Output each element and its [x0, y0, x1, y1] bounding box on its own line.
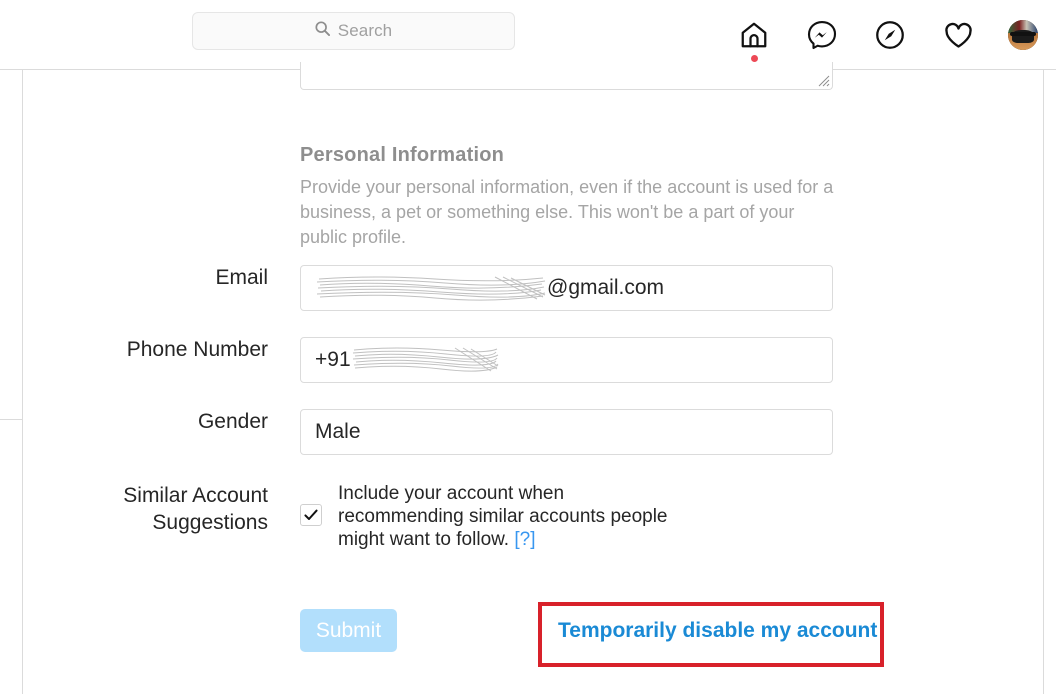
email-field[interactable]: @gmail.com [300, 265, 833, 311]
submit-button[interactable]: Submit [300, 609, 397, 652]
search-input[interactable]: Search [192, 12, 515, 50]
phone-field[interactable]: +91 [300, 337, 833, 383]
email-redaction-scribble [315, 273, 547, 303]
section-description: Provide your personal information, even … [300, 177, 834, 247]
checkmark-icon [304, 509, 318, 520]
bio-textarea[interactable] [300, 62, 833, 90]
form-row-phone: Phone Number +91 [80, 337, 833, 383]
search-icon [315, 21, 330, 41]
form-row-similar-accounts: Similar Account Suggestions Include your… [80, 482, 668, 551]
help-link[interactable]: [?] [514, 529, 535, 550]
form-row-gender: Gender Male [80, 409, 833, 455]
form-row-email: Email @gmail.com [80, 265, 833, 311]
profile-avatar[interactable] [1008, 20, 1038, 50]
avatar-cap-brim [1009, 32, 1037, 36]
temporarily-disable-account-link[interactable]: Temporarily disable my account [558, 619, 877, 643]
search-placeholder-text: Search [337, 21, 393, 40]
instagram-edit-profile-page: Search Personal Information Provide your… [0, 0, 1056, 694]
phone-label: Phone Number [126, 338, 268, 361]
messenger-icon[interactable] [804, 17, 840, 53]
email-label: Email [215, 266, 268, 289]
home-icon[interactable] [736, 17, 772, 62]
nav-icon-group [736, 0, 1046, 70]
edit-profile-form: Personal Information Provide your person… [0, 62, 1056, 694]
similar-accounts-description: Include your account when recommending s… [338, 482, 668, 551]
email-domain-text: @gmail.com [547, 276, 665, 299]
similar-accounts-label: Similar Account Suggestions [123, 484, 268, 534]
explore-compass-icon[interactable] [872, 17, 908, 53]
personal-information-block: Personal Information Provide your person… [300, 144, 845, 250]
textarea-resize-grip[interactable] [816, 73, 830, 87]
phone-redaction-scribble [351, 345, 499, 375]
section-title: Personal Information [300, 144, 505, 166]
home-notification-dot [750, 55, 758, 62]
similar-accounts-text: Include your account when recommending s… [338, 483, 668, 550]
gender-label: Gender [197, 410, 268, 433]
gender-field[interactable]: Male [300, 409, 833, 455]
phone-country-code: +91 [315, 348, 351, 371]
similar-accounts-checkbox[interactable] [300, 504, 322, 526]
heart-icon[interactable] [940, 17, 976, 53]
top-navigation-bar: Search [0, 0, 1056, 70]
